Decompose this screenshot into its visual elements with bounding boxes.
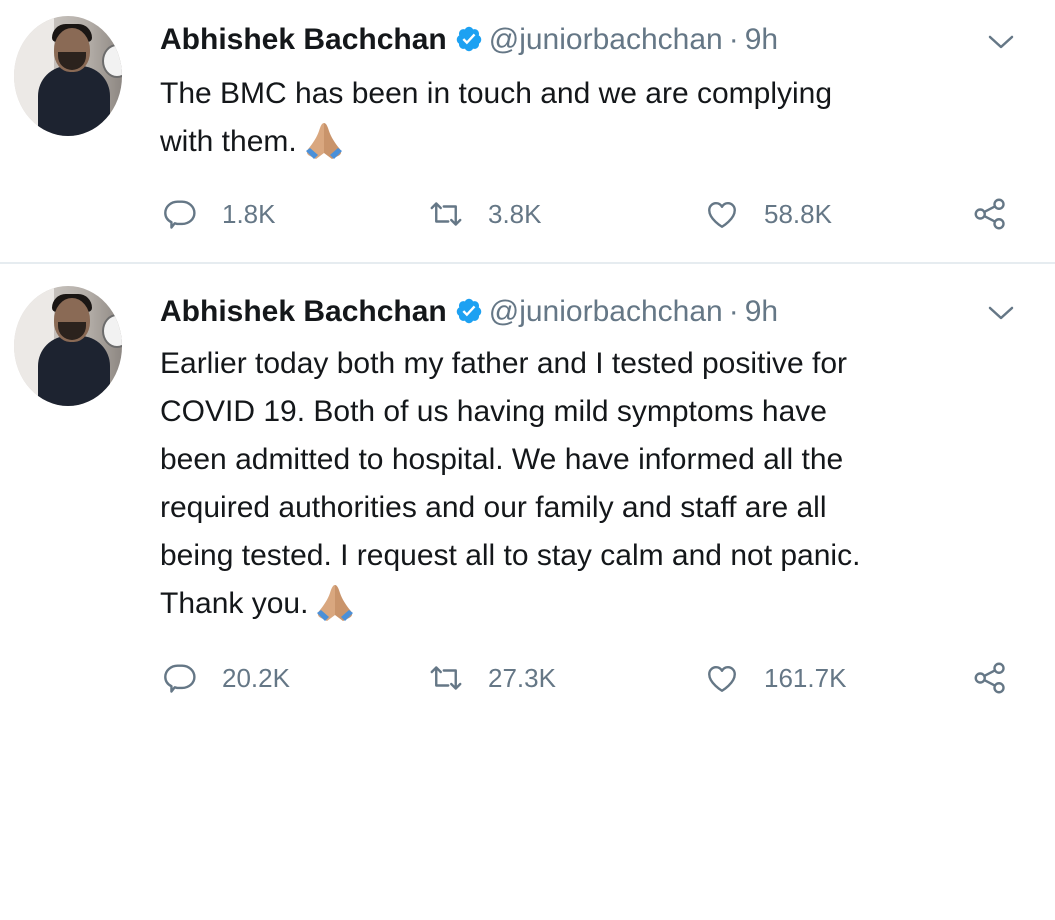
reply-count: 20.2K — [222, 662, 290, 693]
tweet-text-line-last: Thank you. — [160, 580, 1030, 628]
retweet-count: 27.3K — [488, 662, 556, 693]
share-icon — [974, 662, 1005, 694]
folded-hands-emoji-icon — [305, 123, 342, 159]
folded-hands-emoji-icon — [317, 585, 354, 621]
tweet-header: Abhishek Bachchan @juniorbachchan · 9h — [160, 20, 778, 60]
retweet-icon — [430, 202, 462, 226]
tweet-text: The BMC has been in touch and we are com… — [160, 70, 1030, 166]
reply-button[interactable]: 20.2K — [162, 658, 290, 698]
chevron-down-icon[interactable] — [988, 305, 1014, 321]
heart-icon — [708, 666, 736, 692]
reply-count: 1.8K — [222, 198, 276, 229]
author-name[interactable]: Abhishek Bachchan — [160, 295, 447, 328]
heart-icon — [708, 202, 736, 228]
avatar-clock — [102, 44, 122, 78]
tweet-time[interactable]: 9h — [745, 23, 778, 56]
tweet-text-line: Thank you. — [160, 587, 309, 620]
share-icon — [974, 198, 1005, 230]
tweet-text-line: COVID 19. Both of us having mild symptom… — [160, 395, 827, 428]
tweet-time[interactable]: 9h — [745, 295, 778, 328]
tweet-header: Abhishek Bachchan @juniorbachchan · 9h — [160, 292, 778, 332]
reply-icon — [164, 664, 196, 693]
reply-button[interactable]: 1.8K — [162, 194, 276, 234]
tweet-text-line: been admitted to hospital. We have infor… — [160, 443, 844, 476]
avatar-person-body — [38, 336, 110, 406]
avatar[interactable] — [14, 16, 122, 136]
author-handle[interactable]: @juniorbachchan — [489, 23, 723, 56]
like-button[interactable]: 161.7K — [704, 658, 846, 698]
chevron-down-icon[interactable] — [988, 34, 1014, 50]
retweet-count: 3.8K — [488, 198, 542, 229]
retweet-button[interactable]: 3.8K — [428, 194, 542, 234]
like-count: 58.8K — [764, 198, 832, 229]
retweet-icon — [430, 666, 462, 690]
author-name[interactable]: Abhishek Bachchan — [160, 23, 447, 56]
tweet[interactable]: Abhishek Bachchan @juniorbachchan · 9h The … — [0, 0, 1055, 262]
tweet-text-line: with them. — [160, 125, 297, 158]
tweet-text-line: being tested. I request all to stay calm… — [160, 539, 861, 572]
tweet-text: Earlier today both my father and I teste… — [160, 340, 1030, 628]
separator-dot: · — [728, 23, 739, 56]
avatar[interactable] — [14, 286, 122, 406]
share-button[interactable] — [972, 194, 1008, 234]
share-button[interactable] — [972, 658, 1008, 698]
verified-badge-icon — [456, 298, 481, 324]
author-handle[interactable]: @juniorbachchan — [489, 295, 723, 328]
tweet-text-line: Earlier today both my father and I teste… — [160, 347, 848, 380]
tweet-actions: 1.8K 3.8K 58.8K — [0, 194, 1055, 234]
avatar-clock — [102, 314, 122, 348]
reply-icon — [164, 200, 196, 229]
tweet-text-line-last: with them. — [160, 118, 1030, 166]
tweet-actions: 20.2K 27.3K 161.7K — [0, 658, 1055, 698]
like-button[interactable]: 58.8K — [704, 194, 832, 234]
tweet-text-line: required authorities and our family and … — [160, 491, 827, 524]
tweet-text-line: The BMC has been in touch and we are com… — [160, 77, 833, 110]
avatar-person-body — [38, 66, 110, 136]
retweet-button[interactable]: 27.3K — [428, 658, 556, 698]
verified-badge-icon — [456, 26, 481, 52]
separator-dot: · — [728, 295, 739, 328]
like-count: 161.7K — [764, 662, 847, 693]
